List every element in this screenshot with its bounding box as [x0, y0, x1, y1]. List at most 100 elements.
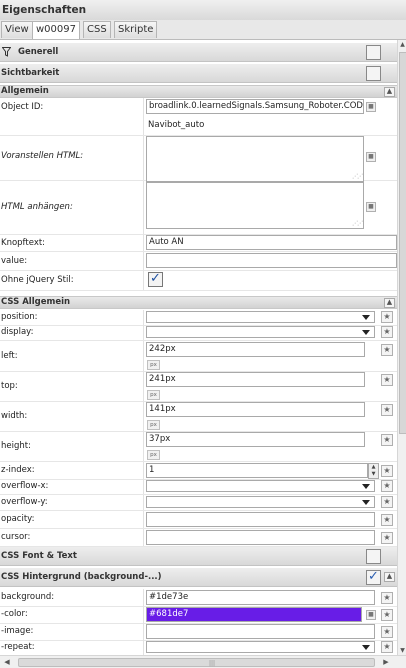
tab-view[interactable]: View	[1, 21, 33, 38]
group-generell-checkbox[interactable]	[366, 45, 381, 60]
left-label: left:	[1, 351, 18, 361]
display-select[interactable]	[146, 326, 375, 338]
star-icon[interactable]: ★	[381, 326, 393, 338]
background-image-label: -image:	[1, 626, 34, 636]
chevron-down-icon	[362, 315, 370, 320]
scroll-up-icon[interactable]: ▲	[398, 40, 406, 49]
chevron-down-icon	[362, 330, 370, 335]
left-input[interactable]: 242px	[146, 342, 365, 357]
section-allgemein-title: Allgemein	[1, 86, 49, 96]
group-css-hintergrund[interactable]: CSS Hintergrund (background-...) ▲	[0, 568, 397, 587]
append-html-label: HTML anhängen:	[1, 202, 73, 212]
scroll-down-icon[interactable]: ▼	[398, 646, 406, 655]
object-name: Navibot_auto	[148, 120, 205, 130]
group-sichtbarkeit-checkbox[interactable]	[366, 66, 381, 81]
horizontal-scrollbar[interactable]: ◀ ||| ▶	[0, 655, 406, 668]
overflow-x-select[interactable]	[146, 480, 375, 492]
height-input[interactable]: 37px	[146, 432, 365, 447]
top-input[interactable]: 241px	[146, 372, 365, 387]
append-html-edit-button[interactable]: ■	[366, 202, 376, 212]
row-background: background: #1de73e ★	[0, 589, 397, 607]
star-icon[interactable]: ★	[381, 374, 393, 386]
star-icon[interactable]: ★	[381, 311, 393, 323]
zindex-spinner[interactable]: ▲ ▼	[368, 463, 379, 479]
row-left: left: 242px px ★	[0, 341, 397, 372]
cursor-input[interactable]	[146, 530, 375, 545]
width-input[interactable]: 141px	[146, 402, 365, 417]
vertical-scrollbar[interactable]: ▲ ▼	[397, 40, 406, 655]
background-color-input[interactable]: #681de7	[146, 607, 362, 622]
top-label: top:	[1, 381, 18, 391]
star-icon[interactable]: ★	[381, 514, 393, 526]
star-icon[interactable]: ★	[381, 609, 393, 621]
tab-widget[interactable]: w00097	[32, 21, 80, 39]
append-html-textarea[interactable]: ⋰⋰	[146, 182, 364, 229]
star-icon[interactable]: ★	[381, 344, 393, 356]
row-button-text: Knopftext: Auto AN	[0, 234, 397, 252]
section-allgemein[interactable]: Allgemein ▲	[0, 85, 397, 98]
panel-titlebar: Eigenschaften	[0, 0, 406, 21]
background-repeat-select[interactable]	[146, 641, 375, 653]
zindex-input[interactable]: 1	[146, 463, 368, 478]
scroll-left-icon[interactable]: ◀	[2, 657, 12, 667]
section-css-allgemein[interactable]: CSS Allgemein ▲	[0, 296, 397, 309]
background-input[interactable]: #1de73e	[146, 590, 375, 605]
star-icon[interactable]: ★	[381, 465, 393, 477]
properties-content: Generell Sichtbarkeit Allgemein ▲ Object…	[0, 40, 397, 655]
collapse-icon[interactable]: ▲	[384, 87, 395, 97]
star-icon[interactable]: ★	[381, 496, 393, 508]
star-icon[interactable]: ★	[381, 404, 393, 416]
group-sichtbarkeit[interactable]: Sichtbarkeit	[0, 64, 397, 83]
object-id-select-button[interactable]: ■	[366, 102, 376, 112]
value-input[interactable]	[146, 253, 397, 268]
star-icon[interactable]: ★	[381, 592, 393, 604]
row-position: position: ★	[0, 310, 397, 326]
tab-css[interactable]: CSS	[83, 21, 111, 38]
star-icon[interactable]: ★	[381, 434, 393, 446]
horizontal-scroll-thumb[interactable]: |||	[18, 658, 375, 667]
overflow-y-label: overflow-y:	[1, 497, 48, 507]
collapse-icon[interactable]: ▲	[384, 572, 395, 582]
top-unit-button[interactable]: px	[147, 390, 160, 400]
row-background-repeat: -repeat: ★	[0, 640, 397, 655]
button-text-input[interactable]: Auto AN	[146, 235, 397, 250]
section-css-allgemein-title: CSS Allgemein	[1, 297, 71, 307]
group-css-font-text[interactable]: CSS Font & Text	[0, 547, 397, 566]
overflow-y-select[interactable]	[146, 496, 375, 508]
group-css-hintergrund-checkbox[interactable]	[366, 569, 381, 585]
group-css-font-text-checkbox[interactable]	[366, 549, 381, 564]
left-unit-button[interactable]: px	[147, 360, 160, 370]
collapse-icon[interactable]: ▲	[384, 298, 395, 308]
height-label: height:	[1, 441, 31, 451]
vertical-scroll-thumb[interactable]	[399, 52, 406, 434]
prepend-html-edit-button[interactable]: ■	[366, 152, 376, 162]
no-jquery-label: Ohne jQuery Stil:	[1, 275, 74, 285]
row-display: display: ★	[0, 325, 397, 341]
prepend-html-textarea[interactable]: ⋰⋰	[146, 136, 364, 182]
star-icon[interactable]: ★	[381, 532, 393, 544]
row-zindex: z-index: 1 ▲ ▼ ★	[0, 462, 397, 480]
position-select[interactable]	[146, 311, 375, 323]
star-icon[interactable]: ★	[381, 626, 393, 638]
star-icon[interactable]: ★	[381, 480, 393, 492]
button-text-label: Knopftext:	[1, 238, 46, 248]
color-picker-button[interactable]: ■	[366, 610, 376, 620]
group-generell-label: Generell	[18, 47, 59, 57]
scroll-right-icon[interactable]: ▶	[381, 657, 391, 667]
panel-title: Eigenschaften	[2, 4, 87, 16]
height-unit-button[interactable]: px	[147, 450, 160, 460]
background-repeat-label: -repeat:	[1, 642, 35, 652]
star-icon[interactable]: ★	[381, 641, 393, 653]
row-height: height: 37px px ★	[0, 431, 397, 462]
group-css-font-text-label: CSS Font & Text	[1, 551, 77, 561]
chevron-down-icon	[362, 645, 370, 650]
width-unit-button[interactable]: px	[147, 420, 160, 430]
background-image-input[interactable]	[146, 624, 375, 639]
object-id-input[interactable]: broadlink.0.learnedSignals.Samsung_Robot…	[146, 99, 364, 114]
filter-icon	[2, 47, 11, 57]
opacity-input[interactable]	[146, 512, 375, 527]
row-cursor: cursor: ★	[0, 529, 397, 547]
tab-skripte[interactable]: Skripte	[114, 21, 158, 38]
no-jquery-checkbox[interactable]	[148, 271, 163, 287]
group-generell[interactable]: Generell	[0, 43, 397, 62]
